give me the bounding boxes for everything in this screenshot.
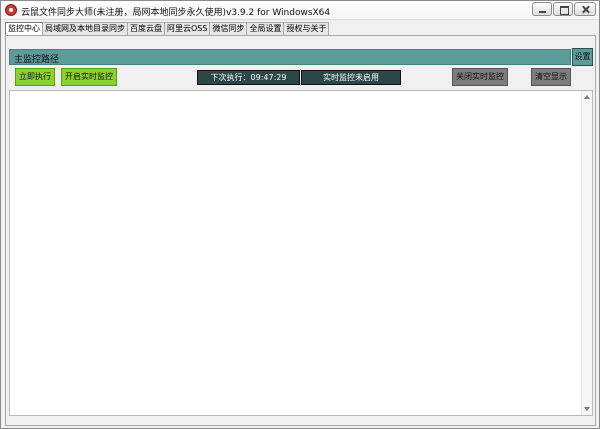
main-monitor-path-bar: 主监控路径 [9, 49, 571, 65]
clear-display-button[interactable]: 清空显示 [531, 68, 571, 86]
log-scrollbar[interactable] [581, 91, 592, 415]
minimize-button[interactable] [532, 2, 552, 16]
section-title: 主监控路径 [14, 55, 60, 65]
realtime-monitor-status: 实时监控未启用 [301, 70, 401, 85]
run-now-button[interactable]: 立即执行 [15, 68, 55, 86]
tab-global-settings[interactable]: 全局设置 [246, 22, 285, 35]
scroll-up-icon[interactable] [582, 92, 592, 102]
app-logo-icon [5, 4, 17, 16]
log-output-area[interactable] [9, 90, 593, 416]
monitor-center-panel: 主监控路径 设置 立即执行 开启实时监控 下次执行：09:47:29 实时监控未… [5, 35, 596, 426]
app-window: 云鼠文件同步大师(未注册，局网本地同步永久使用)v3.9.2 for Windo… [0, 0, 600, 429]
scroll-down-icon[interactable] [582, 404, 592, 414]
tab-bar: 监控中心 局域网及本地目录同步 百度云盘 阿里云OSS 微信同步 全局设置 授权… [5, 22, 330, 36]
tab-monitor-center[interactable]: 监控中心 [5, 22, 43, 36]
tab-wechat-sync[interactable]: 微信同步 [209, 22, 248, 35]
window-title: 云鼠文件同步大师(未注册，局网本地同步永久使用)v3.9.2 for Windo… [21, 8, 331, 18]
close-button[interactable] [574, 2, 596, 16]
settings-button[interactable]: 设置 [572, 48, 593, 66]
title-bar[interactable]: 云鼠文件同步大师(未注册，局网本地同步永久使用)v3.9.2 for Windo… [1, 1, 599, 20]
tab-lan-local-sync[interactable]: 局域网及本地目录同步 [42, 22, 128, 35]
tab-license-about[interactable]: 授权与关于 [283, 22, 330, 35]
tab-baidu-cloud[interactable]: 百度云盘 [127, 22, 165, 35]
start-realtime-monitor-button[interactable]: 开启实时监控 [61, 68, 117, 86]
next-run-status: 下次执行：09:47:29 [197, 70, 300, 85]
maximize-button[interactable] [553, 2, 573, 16]
tab-aliyun-oss[interactable]: 阿里云OSS [164, 22, 211, 35]
stop-realtime-monitor-button[interactable]: 关闭实时监控 [452, 68, 508, 86]
window-controls [531, 2, 596, 16]
